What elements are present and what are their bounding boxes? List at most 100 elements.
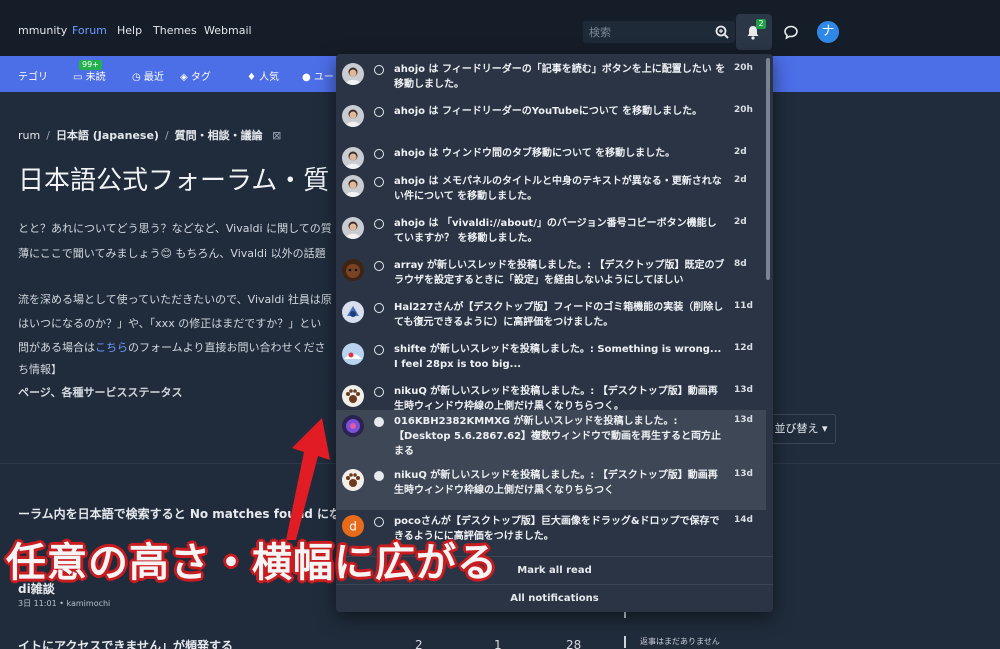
notification-item[interactable]: array が新しいスレッドを投稿しました。: 【デスクトップ版】既定のブラウザ… bbox=[336, 254, 766, 296]
top-navbar: mmunity Forum Help Themes Webmail 2 ナ bbox=[0, 0, 1000, 56]
read-circle-icon[interactable] bbox=[374, 517, 384, 527]
notification-item[interactable]: shifte が新しいスレッドを投稿しました。: Something is wr… bbox=[336, 338, 766, 380]
notification-time: 20h bbox=[734, 105, 753, 115]
notification-time: 13d bbox=[734, 469, 753, 479]
notification-item[interactable]: Hal227さんが【デスクトップ版】フィードのゴミ箱機能の実装（削除しても復元で… bbox=[336, 296, 766, 338]
nav-link-forum[interactable]: Forum bbox=[72, 24, 107, 37]
fire-icon: ♦ bbox=[247, 72, 260, 83]
user-avatar[interactable]: ナ bbox=[817, 21, 839, 43]
unread-dot-icon[interactable] bbox=[374, 417, 384, 427]
chevron-down-icon: ▾ bbox=[818, 422, 828, 435]
forumnav-popular[interactable]: ♦ 人気 bbox=[247, 68, 279, 83]
read-circle-icon[interactable] bbox=[374, 345, 384, 355]
nav-link-themes[interactable]: Themes bbox=[153, 24, 197, 37]
tag-icon: ◈ bbox=[180, 72, 191, 83]
search-icon[interactable] bbox=[714, 24, 730, 40]
notification-avatar bbox=[342, 415, 364, 437]
notification-avatar bbox=[342, 259, 364, 281]
notification-text: ahojo は ウィンドウ間のタブ移動について を移動しました。 bbox=[394, 148, 676, 159]
notification-time: 2d bbox=[734, 217, 747, 227]
nav-link-help[interactable]: Help bbox=[117, 24, 142, 37]
notifications-dropdown: ahojo は フィードリーダーの「記事を読む」ボタンを上に配置したい を移動し… bbox=[336, 54, 773, 612]
unread-dot-icon[interactable] bbox=[374, 471, 384, 481]
notification-time: 13d bbox=[734, 385, 753, 395]
read-circle-icon[interactable] bbox=[374, 261, 384, 271]
notification-text: shifte が新しいスレッドを投稿しました。: Something is wr… bbox=[394, 344, 722, 370]
notification-item[interactable]: nikuQ が新しいスレッドを投稿しました。: 【デスクトップ版】動画再生時ウィ… bbox=[336, 380, 766, 412]
notification-text: array が新しいスレッドを投稿しました。: 【デスクトップ版】既定のブラウザ… bbox=[394, 260, 725, 286]
forumnav-users[interactable]: ● ユー bbox=[302, 68, 334, 83]
notification-text: ahojo は フィードリーダーの「記事を読む」ボタンを上に配置したい を移動し… bbox=[394, 64, 726, 90]
nav-link-community[interactable]: mmunity bbox=[18, 24, 67, 37]
no-reply-text: 返事はまだありません bbox=[640, 637, 720, 646]
topic-stat-posts: 2 bbox=[415, 638, 423, 649]
topic-title-3[interactable]: イトにアクセスできません」が頻発する bbox=[18, 637, 233, 649]
notification-avatar bbox=[342, 175, 364, 197]
notification-avatar bbox=[342, 301, 364, 323]
topic-stat-votes: 1 bbox=[494, 638, 502, 649]
notification-avatar bbox=[342, 469, 364, 491]
rss-icon[interactable]: ⊠ bbox=[272, 129, 281, 142]
forumnav-tags[interactable]: ◈ タグ bbox=[180, 68, 211, 83]
breadcrumb-japanese[interactable]: 日本語 (Japanese) bbox=[56, 129, 159, 142]
notification-text: ahojo は メモパネルのタイトルと中身のテキストが異なる・更新されない件につ… bbox=[394, 176, 722, 202]
notification-count-badge: 2 bbox=[756, 19, 766, 29]
breadcrumb-forum[interactable]: rum bbox=[18, 129, 40, 142]
intro-line-1: とと？あれについてどう思う？などなど、Vivaldi に関しての質 bbox=[18, 222, 332, 235]
scrollbar[interactable] bbox=[766, 58, 770, 280]
notification-text: Hal227さんが【デスクトップ版】フィードのゴミ箱機能の実装（削除しても復元で… bbox=[394, 302, 724, 328]
notification-item[interactable]: ahojo は 「vivaldi://about/」のバージョン番号コピーボタン… bbox=[336, 212, 766, 254]
info-links[interactable]: ページ、各種サービスステータス bbox=[18, 384, 182, 400]
description-line-2: はいつになるのか？」や、「xxx の修正はまだですか？」とい bbox=[18, 317, 322, 330]
read-circle-icon[interactable] bbox=[374, 107, 384, 117]
unread-count-badge: 99+ bbox=[79, 60, 102, 70]
forumnav-users-label: ユー bbox=[313, 72, 334, 83]
sort-button[interactable]: 並び替え ▾ bbox=[766, 414, 836, 444]
notification-text: 016KBH2382KMMXG が新しいスレッドを投稿しました。: 【Deskt… bbox=[394, 416, 722, 457]
contact-text-a: 問がある場合は bbox=[18, 341, 95, 354]
notification-avatar bbox=[342, 147, 364, 169]
notification-time: 14d bbox=[734, 515, 753, 525]
page-title: 日本語公式フォーラム・質 bbox=[18, 166, 330, 196]
notification-item[interactable]: ahojo は フィードリーダーの「記事を読む」ボタンを上に配置したい を移動し… bbox=[336, 58, 766, 100]
notification-time: 20h bbox=[734, 63, 753, 73]
notification-item[interactable]: ahojo は フィードリーダーのYouTubeについて を移動しました。 20h bbox=[336, 100, 766, 142]
teaser-bar bbox=[624, 636, 626, 648]
info-heading: ち情報】 bbox=[18, 363, 62, 376]
description-line-3: 問がある場合はこちらのフォームより直接お問い合わせくださ bbox=[18, 339, 325, 355]
sort-button-label: 並び替え bbox=[774, 422, 819, 435]
read-circle-icon[interactable] bbox=[374, 177, 384, 187]
notification-item[interactable]: 016KBH2382KMMXG が新しいスレッドを投稿しました。: 【Deskt… bbox=[336, 410, 766, 464]
notification-time: 13d bbox=[734, 415, 753, 425]
read-circle-icon[interactable] bbox=[374, 219, 384, 229]
intro-line-2: 薄にここで聞いてみましょう😊 もちろん、Vivaldi 以外の話題 bbox=[18, 247, 326, 260]
search-input[interactable] bbox=[589, 24, 709, 40]
notification-avatar bbox=[342, 63, 364, 85]
notification-time: 8d bbox=[734, 259, 747, 269]
forumnav-popular-label: 人気 bbox=[259, 72, 280, 83]
clock-icon: ◷ bbox=[132, 72, 144, 83]
notification-item[interactable]: ahojo は メモパネルのタイトルと中身のテキストが異なる・更新されない件につ… bbox=[336, 170, 766, 212]
contact-link[interactable]: こちら bbox=[95, 341, 128, 354]
chat-icon[interactable] bbox=[783, 24, 799, 40]
read-circle-icon[interactable] bbox=[374, 65, 384, 75]
notification-item[interactable]: ahojo は ウィンドウ間のタブ移動について を移動しました。 2d bbox=[336, 142, 766, 170]
read-circle-icon[interactable] bbox=[374, 387, 384, 397]
inbox-icon: ▭ bbox=[73, 72, 86, 83]
read-circle-icon[interactable] bbox=[374, 149, 384, 159]
forumnav-recent[interactable]: ◷ 最近 bbox=[132, 68, 164, 83]
forumnav-unread[interactable]: ▭ 未読 bbox=[73, 68, 106, 83]
annotation-caption: 任意の高さ・横幅に広がる bbox=[6, 540, 498, 586]
all-notifications-link[interactable]: All notifications bbox=[336, 584, 773, 612]
nav-link-webmail[interactable]: Webmail bbox=[204, 24, 252, 37]
notification-item[interactable]: nikuQ が新しいスレッドを投稿しました。: 【デスクトップ版】動画再生時ウィ… bbox=[336, 464, 766, 510]
read-circle-icon[interactable] bbox=[374, 303, 384, 313]
forumnav-unread-label: 未読 bbox=[85, 72, 106, 83]
notification-time: 2d bbox=[734, 147, 747, 157]
notification-time: 11d bbox=[734, 301, 753, 311]
breadcrumb-category: 質問・相談・議論 bbox=[174, 129, 263, 142]
notifications-button[interactable]: 2 bbox=[736, 14, 772, 50]
forumnav-categories[interactable]: テゴリ bbox=[18, 68, 48, 83]
notification-time: 12d bbox=[734, 343, 753, 353]
topic-meta-2: 3日 11:01 • kamimochi bbox=[18, 599, 111, 608]
